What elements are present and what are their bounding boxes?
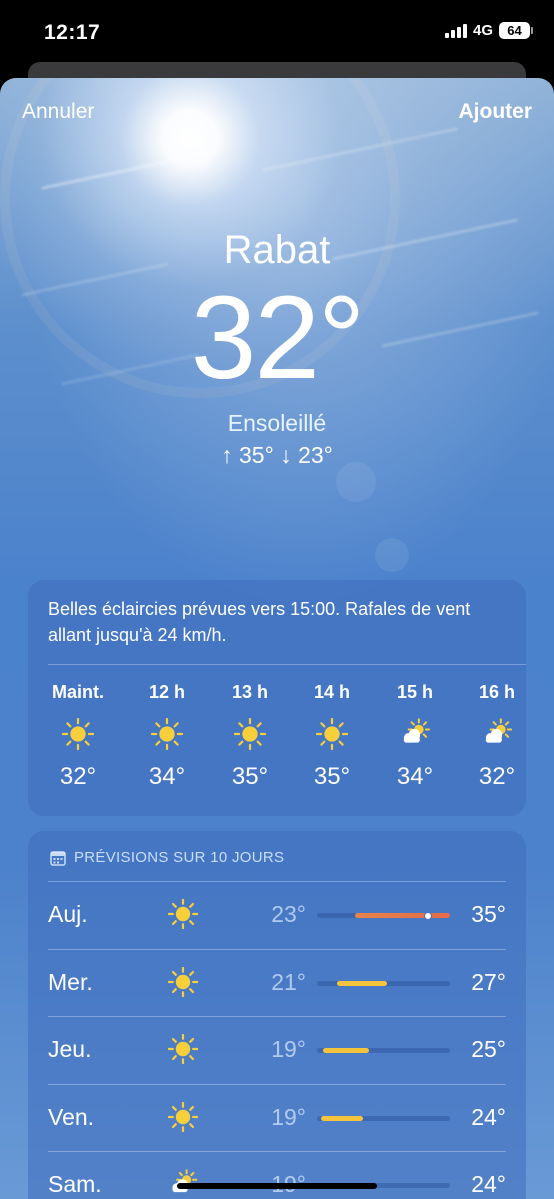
hourly-item: 16 h 32° [462, 682, 532, 791]
lens-flare [375, 538, 409, 572]
hour-icon [462, 717, 532, 751]
daily-row[interactable]: Mer. 21° 27° [28, 949, 526, 1016]
daily-row[interactable]: Sam. 19° 24° [28, 1151, 526, 1199]
current-condition: Ensoleillé [227, 410, 327, 436]
high-low-temperature: ↑ 35° ↓ 23° [221, 442, 333, 468]
hour-label: 14 h [313, 682, 351, 702]
current-temperature: 32° [190, 272, 365, 404]
hour-icon [43, 717, 113, 751]
hourly-item: 14 h 35° [297, 682, 367, 791]
hourly-item: 13 h 35° [215, 682, 285, 791]
day-low-temperature: 21° [271, 968, 306, 995]
city-name: Rabat [223, 228, 331, 272]
status-time: 12:17 [44, 21, 101, 44]
daily-row[interactable]: Ven. 19° 24° [28, 1084, 526, 1151]
daily-row[interactable]: Jeu. 19° 25° [28, 1016, 526, 1083]
partly-cloudy-icon [485, 718, 513, 743]
day-name: Ven. [48, 1103, 95, 1130]
status-bar: 12:17 4G 64 [0, 0, 554, 66]
temperature-range-fill [355, 913, 450, 918]
add-button[interactable]: Ajouter [459, 100, 533, 124]
ten-day-header: PRÉVISIONS SUR 10 JOURS [50, 849, 284, 866]
status-icons: 4G 64 [444, 22, 533, 39]
day-high-temperature: 25° [471, 1036, 506, 1062]
temperature-range-bar [317, 980, 450, 986]
temperature-range-fill [321, 1115, 363, 1121]
day-icon [167, 1101, 199, 1137]
hourly-forecast-card[interactable]: Belles éclaircies prévues vers 15:00. Ra… [28, 580, 526, 816]
battery-level: 64 [507, 23, 522, 38]
day-name: Sam. [48, 1171, 102, 1197]
hour-temperature: 35° [313, 763, 351, 790]
hour-label: 12 h [148, 682, 186, 702]
day-low-temperature: 19° [271, 1103, 306, 1130]
hourly-item: 12 h 34° [132, 682, 202, 791]
day-icon [167, 966, 199, 1002]
sun-icon [167, 1101, 199, 1132]
hourly-item: 15 h 34° [380, 682, 450, 791]
hour-label: 13 h [231, 682, 269, 702]
day-high-temperature: 27° [471, 968, 506, 995]
sun-icon [316, 718, 348, 750]
ten-day-header-label: PRÉVISIONS SUR 10 JOURS [74, 849, 285, 866]
sun-icon [234, 718, 266, 750]
day-low-temperature: 23° [271, 901, 306, 927]
day-high-temperature: 24° [471, 1103, 506, 1130]
hour-temperature: 34° [396, 763, 434, 790]
hour-label: Maint. [52, 682, 104, 702]
current-temperature-dot [424, 911, 432, 920]
hour-icon [132, 717, 202, 751]
temperature-range-bar [317, 1048, 450, 1053]
day-low-temperature: 19° [271, 1036, 306, 1062]
ten-day-forecast-card[interactable]: PRÉVISIONS SUR 10 JOURS Auj. 23° 35° Mer… [28, 831, 526, 1199]
partly-cloudy-icon [403, 718, 431, 743]
cancel-button[interactable]: Annuler [22, 100, 94, 124]
sun-icon [62, 718, 94, 750]
day-icon [167, 1033, 199, 1069]
cellular-signal-icon [444, 23, 467, 38]
day-icon [167, 898, 199, 934]
divider [48, 664, 526, 665]
weather-sheet: Annuler Ajouter Rabat 32° Ensoleillé ↑ 3… [0, 78, 554, 1199]
home-indicator[interactable] [177, 1183, 377, 1189]
day-name: Jeu. [48, 1036, 92, 1062]
day-high-temperature: 24° [471, 1171, 506, 1197]
forecast-summary: Belles éclaircies prévues vers 15:00. Ra… [48, 599, 471, 645]
hour-label: 15 h [396, 682, 434, 702]
hour-icon [215, 717, 285, 751]
daily-row[interactable]: Auj. 23° 35° [28, 881, 526, 948]
sun-icon [167, 1033, 199, 1065]
temperature-range-fill [337, 980, 387, 986]
calendar-icon [50, 850, 66, 866]
hour-icon [297, 717, 367, 751]
day-name: Auj. [48, 901, 88, 927]
temperature-range-fill [323, 1048, 369, 1053]
hour-temperature: 34° [148, 763, 186, 790]
sun-icon [151, 718, 183, 750]
day-name: Mer. [48, 968, 93, 995]
hour-temperature: 32° [478, 763, 516, 790]
hour-label: 16 h [478, 682, 516, 702]
hour-temperature: 32° [59, 763, 97, 790]
hourly-item: Maint. 32° [43, 682, 113, 791]
battery-icon: 64 [499, 22, 533, 39]
network-type: 4G [472, 22, 493, 39]
temperature-range-bar [317, 1115, 450, 1121]
hour-icon [380, 717, 450, 751]
temperature-range-bar [317, 911, 450, 920]
sun-icon [167, 966, 199, 997]
day-high-temperature: 35° [471, 901, 506, 927]
hour-temperature: 35° [231, 763, 269, 790]
sun-icon [167, 898, 199, 930]
